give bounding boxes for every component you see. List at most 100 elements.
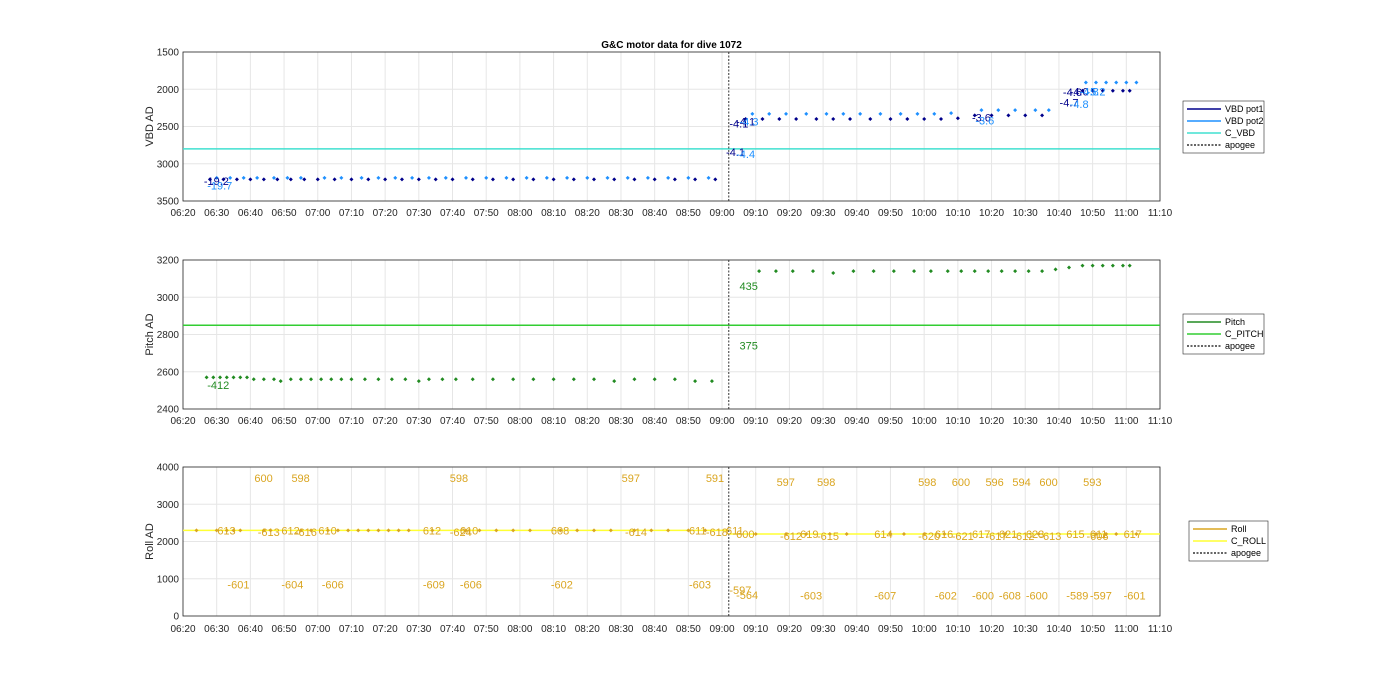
annotation-label: -613 [1039,531,1061,543]
annotation-label: 591 [706,473,724,485]
annotation-label: -601 [1124,591,1146,603]
y-tick-label: 1500 [157,48,180,59]
annotation-label: 598 [291,473,309,485]
annotation-label: 593 [1083,477,1101,489]
y-tick-label: 2000 [157,537,180,548]
annotation-label: -589 [1066,591,1088,603]
x-tick-label: 07:30 [406,208,431,219]
annotation-label: -607 [874,591,896,603]
x-tick-label: 09:20 [777,624,802,635]
x-tick-label: 10:50 [1080,624,1105,635]
x-tick-label: 10:30 [1013,624,1038,635]
x-tick-label: 08:00 [507,624,532,635]
annotation-label: 596 [985,477,1003,489]
annotation-label: 612 [423,525,441,537]
annotation-label: 597 [622,473,640,485]
annotation-label: 598 [450,473,468,485]
annotation-label: 375 [740,341,758,353]
y-tick-label: 3500 [157,197,180,208]
x-tick-label: 11:00 [1114,624,1139,635]
x-tick-label: 09:40 [844,208,869,219]
x-tick-label: 10:40 [1046,624,1071,635]
x-tick-label: 10:20 [979,416,1004,427]
chart-title: G&C motor data for dive 1072 [601,40,742,51]
x-tick-label: 07:20 [373,624,398,635]
annotation-label: -603 [689,579,711,591]
x-tick-label: 08:50 [676,416,701,427]
annotation-label: 611 [1090,529,1108,541]
x-tick-label: 07:00 [305,624,330,635]
legend-label: VBD pot2 [1225,116,1264,126]
annotation-label: -597 [1090,591,1112,603]
x-tick-label: 07:30 [406,624,431,635]
legend-label: apogee [1225,140,1255,150]
x-tick-label: 08:20 [575,416,600,427]
panel-2: 06:20 06:30 06:40 06:50 07:00 07:10 07:20 07:30… [144,256,1265,427]
x-tick-label: 06:50 [272,624,297,635]
x-tick-label: 07:50 [474,624,499,635]
panel-1: 06:20 06:30 06:40 06:50 07:00 07:10 07:20 07:30… [144,40,1265,219]
annotation-label: -4.3 [740,116,759,128]
x-tick-label: 08:20 [575,624,600,635]
x-tick-label: 07:40 [440,416,465,427]
x-tick-label: 09:30 [811,208,836,219]
legend-label: C_ROLL [1231,536,1266,546]
x-tick-label: 06:40 [238,624,263,635]
annotation-label: -613 [258,527,280,539]
x-tick-label: 08:00 [507,208,532,219]
x-tick-label: 09:10 [743,208,768,219]
annotation-label: -19.7 [207,180,232,192]
annotation-label: 600 [736,529,754,541]
x-tick-label: 10:40 [1046,208,1071,219]
annotation-label: -616 [295,527,317,539]
x-tick-label: 09:20 [777,416,802,427]
legend-label: Pitch [1225,317,1245,327]
x-tick-label: 06:20 [170,208,195,219]
annotation-label: -603 [800,591,822,603]
x-tick-label: 11:10 [1148,208,1173,219]
x-tick-label: 06:20 [170,624,195,635]
annotation-label: -564 [736,590,758,602]
annotation-label: 619 [800,529,818,541]
legend-label: C_PITCH [1225,329,1264,339]
legend: VBD pot1 VBD pot2 C_VBDapogee [1182,100,1265,154]
x-tick-label: 10:50 [1080,416,1105,427]
x-tick-label: 07:40 [440,208,465,219]
x-tick-label: 08:40 [642,624,667,635]
y-tick-label: 3000 [157,500,180,511]
x-tick-label: 09:50 [878,416,903,427]
y-tick-label: 3000 [157,159,180,170]
annotation-label: -606 [460,579,482,591]
annotation-label: -412 [207,380,229,392]
annotation-label: 600 [1039,477,1057,489]
x-tick-label: 10:10 [945,624,970,635]
x-tick-label: 10:50 [1080,208,1105,219]
annotation-label: 594 [1012,477,1030,489]
x-tick-label: 10:40 [1046,416,1071,427]
x-tick-label: 09:40 [844,624,869,635]
annotation-label: -604 [281,579,303,591]
legend: Pitch C_PITCHapogee [1182,313,1265,355]
annotation-label: -602 [935,591,957,603]
x-tick-label: 07:40 [440,624,465,635]
annotation-label: 600 [254,473,272,485]
legend-label: Roll [1231,524,1247,534]
x-tick-label: 07:20 [373,416,398,427]
annotation-label: -615 [817,531,839,543]
legend: Roll C_ROLLapogee [1188,520,1269,562]
annotation-label: 617 [1124,529,1142,541]
x-tick-label: 09:50 [878,624,903,635]
annotation-label: -606 [322,579,344,591]
y-tick-label: 2600 [157,367,180,378]
x-tick-label: 09:00 [710,208,735,219]
annotation-label: 615 [1066,529,1084,541]
y-tick-label: 2000 [157,85,180,96]
x-tick-label: 10:20 [979,624,1004,635]
annotation-label: -600 [1026,591,1048,603]
annotation-label: -4.4 [736,149,755,161]
x-tick-label: 06:30 [204,416,229,427]
annotation-label: -614 [625,527,647,539]
x-tick-label: 07:00 [305,208,330,219]
x-tick-label: 07:50 [474,416,499,427]
x-tick-label: 07:10 [339,208,364,219]
